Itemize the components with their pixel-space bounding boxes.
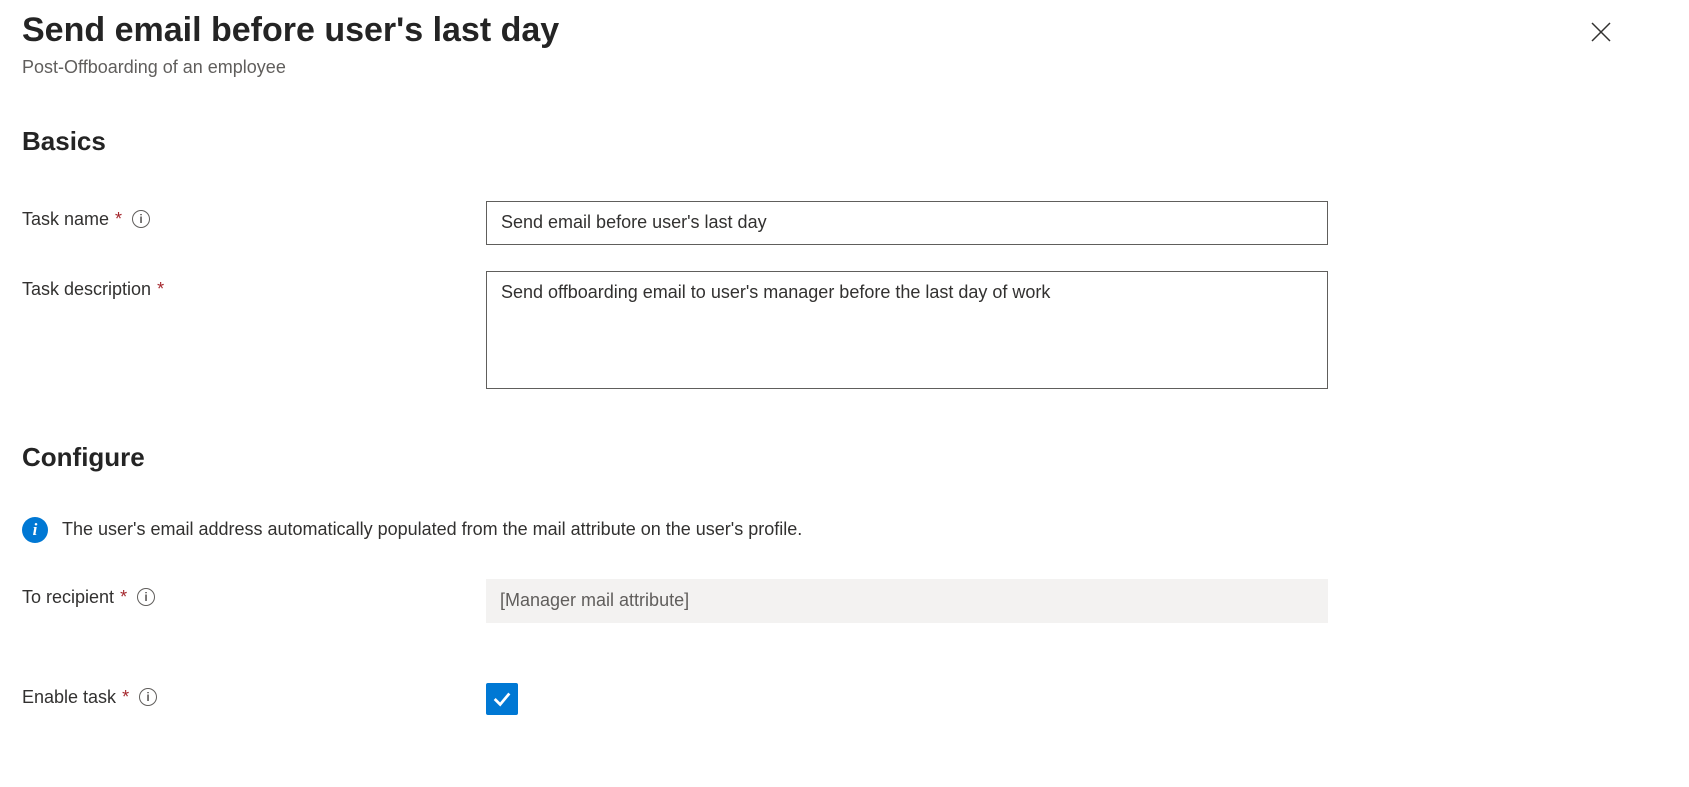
checkmark-icon [491,688,513,710]
info-banner-icon: i [22,517,48,543]
page-subtitle: Post-Offboarding of an employee [22,57,1585,78]
close-icon [1589,20,1613,44]
task-name-label: Task name [22,209,109,230]
to-recipient-label: To recipient [22,587,114,608]
task-name-input[interactable] [486,201,1328,245]
required-indicator: * [157,279,164,300]
required-indicator: * [115,209,122,230]
info-banner-text: The user's email address automatically p… [62,519,802,540]
info-banner: i The user's email address automatically… [22,517,1667,543]
required-indicator: * [120,587,127,608]
enable-task-checkbox[interactable] [486,683,518,715]
info-icon[interactable]: i [139,688,157,706]
task-description-label: Task description [22,279,151,300]
info-icon[interactable]: i [132,210,150,228]
info-icon[interactable]: i [137,588,155,606]
page-title: Send email before user's last day [22,10,1585,51]
configure-heading: Configure [22,442,1667,473]
required-indicator: * [122,687,129,708]
close-button[interactable] [1585,16,1617,48]
to-recipient-field: [Manager mail attribute] [486,579,1328,623]
enable-task-label: Enable task [22,687,116,708]
basics-heading: Basics [22,126,1667,157]
task-description-input[interactable] [486,271,1328,389]
